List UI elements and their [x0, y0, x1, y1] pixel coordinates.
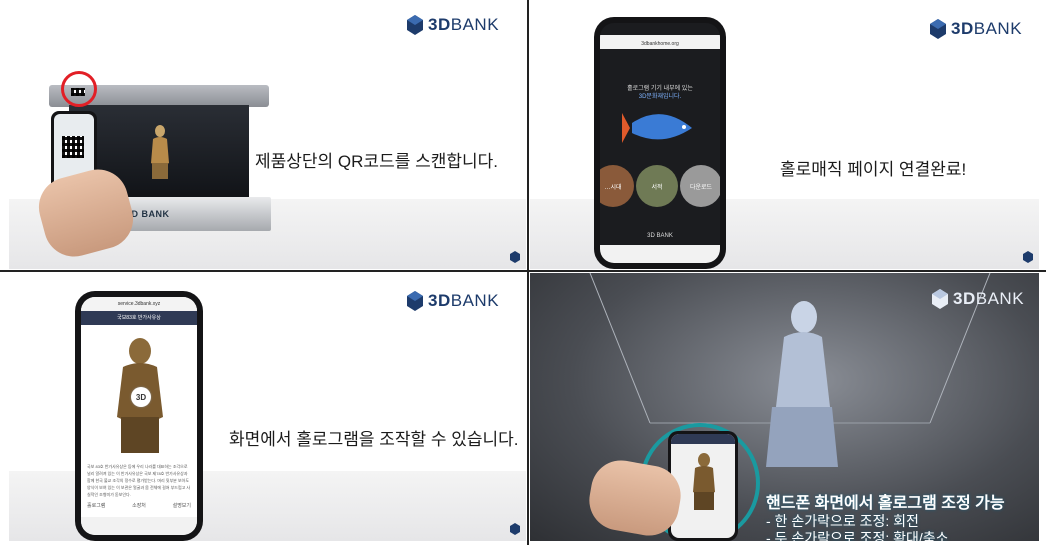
page-title-line2: 3D문화재입니다.: [638, 94, 682, 100]
page-footer: 3D BANK: [647, 233, 673, 239]
tutorial-grid: 3DBANK 3D BANK 제품상단의 QR코드를 스캔합니다. 3DBANK…: [0, 0, 1046, 545]
caption: 홀로매직 페이지 연결완료!: [780, 160, 967, 179]
logo-text: 3DBANK: [428, 291, 500, 310]
page-title: 홀로그램 기기 내부에 있는 3D문화재입니다.: [600, 85, 720, 101]
hologram-statue-icon: [766, 301, 838, 467]
badge-3d[interactable]: 3D: [131, 387, 151, 407]
description-text: 국보 83호 반가사유상은 등에 우리 나라를 대표하는 조각으로 널리 알려져…: [87, 464, 191, 497]
browser-nav-bar[interactable]: [600, 245, 720, 263]
logo-text: 3DBANK: [428, 15, 500, 34]
caption-block: 핸드폰 화면에서 홀로그램 조정 가능 - 한 손가락으로 조정: 회전 - 두…: [766, 489, 1005, 541]
grid-divider-vertical: [527, 0, 529, 545]
logo-text: 3DBANK: [951, 19, 1023, 38]
phone-screen: [671, 434, 735, 538]
logo-text: 3DBANK: [953, 289, 1025, 308]
action-row: 홀로그램 소장처 설명보기: [87, 502, 191, 509]
logo-icon: [930, 19, 946, 39]
card-download[interactable]: 다운로드: [680, 165, 720, 207]
phone-connected: 3dbankhome.org 홀로그램 기기 내부에 있는 3D문화재입니다. …: [594, 17, 726, 269]
corner-logo-icon: [510, 251, 520, 263]
panel-adjust: 3DBANK 핸드폰 화면에서 홀로그램 조정 가능 - 한 손가락으로 조정:…: [530, 273, 1039, 541]
logo-icon: [932, 289, 948, 309]
caption: 제품상단의 QR코드를 스캔합니다.: [255, 152, 498, 171]
page-title-line1: 홀로그램 기기 내부에 있는: [627, 86, 693, 92]
caption: 화면에서 홀로그램을 조작할 수 있습니다.: [229, 430, 519, 449]
corner-logo-icon: [510, 523, 520, 535]
phone-manipulate: service.3dbank.xyz 국보83호 반가사유상 3D 국보 83호…: [75, 291, 203, 541]
fish-image-icon: [622, 113, 692, 143]
brand-logo: 3DBANK: [932, 289, 1024, 309]
caption-main: 핸드폰 화면에서 홀로그램 조정 가능: [766, 495, 1005, 512]
corner-logo-icon: [1023, 251, 1033, 263]
panel-scan-qr: 3DBANK 3D BANK 제품상단의 QR코드를 스캔합니다.: [9, 5, 526, 269]
brand-logo: 3DBANK: [407, 291, 499, 311]
browser-nav-bar[interactable]: [81, 517, 197, 535]
action-location[interactable]: 소장처: [132, 502, 146, 509]
logo-icon: [407, 15, 423, 35]
brand-logo: 3DBANK: [407, 15, 499, 35]
browser-url: service.3dbank.xyz: [81, 297, 197, 311]
brand-logo: 3DBANK: [930, 19, 1022, 39]
statue-icon: [151, 125, 169, 179]
panel-page-connected: 3DBANK 3dbankhome.org 홀로그램 기기 내부에 있는 3D문…: [530, 5, 1039, 269]
device-qr-code: [71, 88, 85, 96]
browser-url: 3dbankhome.org: [641, 41, 679, 47]
logo-icon: [407, 291, 423, 311]
panel-manipulate: 3DBANK service.3dbank.xyz 국보83호 반가사유상 3D…: [9, 273, 526, 541]
caption-line-rotate: - 한 손가락으로 조정: 회전: [766, 513, 919, 529]
caption-line-zoom: - 두 손가락으로 조정: 확대/축소: [766, 530, 949, 541]
grid-divider-horizontal: [0, 270, 1046, 272]
page-header: 국보83호 반가사유상: [81, 311, 197, 325]
action-description[interactable]: 설명보기: [173, 502, 191, 509]
phone-screen: service.3dbank.xyz 국보83호 반가사유상 3D 국보 83호…: [81, 297, 197, 535]
action-hologram[interactable]: 홀로그램: [87, 502, 105, 509]
card-book[interactable]: 서적: [636, 165, 678, 207]
statue-icon[interactable]: [689, 452, 719, 512]
page-header: [671, 434, 735, 444]
card-era[interactable]: …시대: [600, 165, 634, 207]
phone-screen: 3dbankhome.org 홀로그램 기기 내부에 있는 3D문화재입니다. …: [600, 23, 720, 263]
scan-qr-code: [62, 136, 84, 158]
